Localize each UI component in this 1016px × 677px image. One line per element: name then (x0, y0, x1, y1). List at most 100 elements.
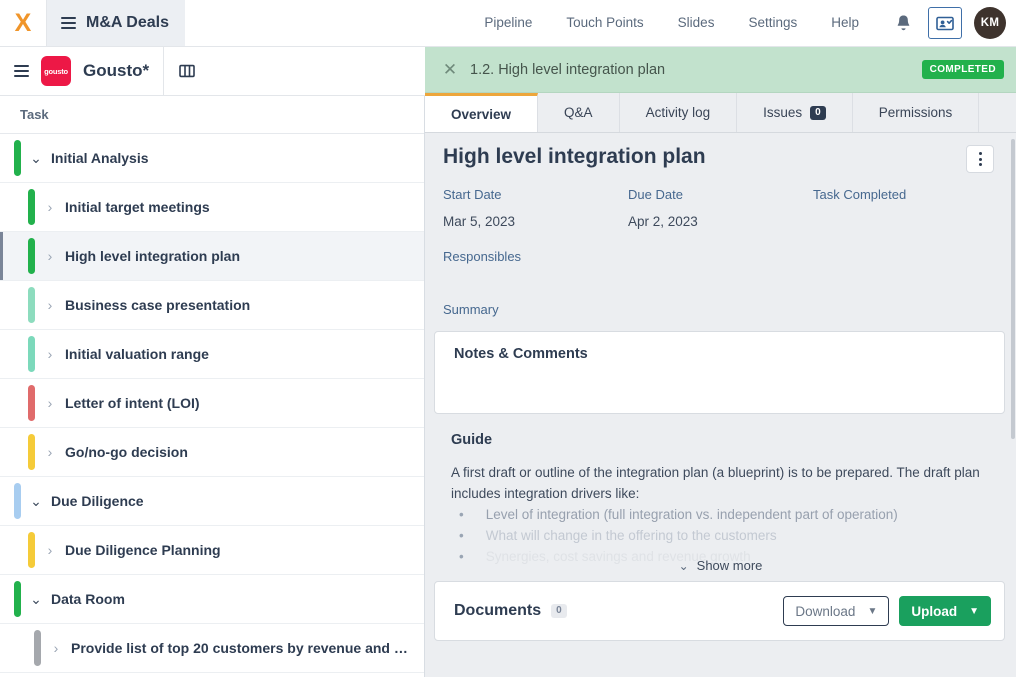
task-row[interactable]: › Business case presentation (0, 281, 424, 330)
chevron-right-icon[interactable]: › (35, 444, 65, 460)
nav-link-help[interactable]: Help (814, 0, 876, 46)
task-row[interactable]: ⌄ Initial Analysis (0, 134, 424, 183)
summary-label: Summary (443, 302, 499, 317)
task-status-color-bar (34, 630, 41, 666)
task-status-color-bar (28, 238, 35, 274)
nav-link-settings[interactable]: Settings (731, 0, 814, 46)
task-status-color-bar (28, 434, 35, 470)
chevron-down-icon[interactable]: ⌄ (21, 150, 51, 167)
chevron-right-icon[interactable]: › (41, 640, 71, 656)
chevron-right-icon[interactable]: › (35, 199, 65, 215)
start-date-value[interactable]: Mar 5, 2023 (443, 214, 628, 229)
detail-panel-header: ✕ 1.2. High level integration plan COMPL… (425, 47, 1016, 93)
task-column-header: Task (0, 96, 424, 134)
task-status-color-bar (28, 336, 35, 372)
upload-label: Upload (911, 603, 958, 619)
bullet-icon: • (459, 528, 464, 543)
task-row-label: Due Diligence (51, 493, 144, 509)
show-more-button[interactable]: ⌄ Show more (425, 558, 1016, 573)
panel-layout-icon[interactable] (164, 47, 210, 95)
tab-overview[interactable]: Overview (425, 93, 539, 132)
close-icon[interactable]: ✕ (439, 59, 461, 81)
task-row-label: Initial target meetings (65, 199, 210, 215)
notes-comments-card[interactable]: Notes & Comments (434, 331, 1005, 414)
guide-paragraph: A first draft or outline of the integrat… (451, 465, 980, 501)
task-row[interactable]: › High level integration plan (0, 232, 424, 281)
app-logo-icon[interactable]: X (0, 0, 47, 46)
task-status-color-bar (14, 140, 21, 176)
task-row-label: Provide list of top 20 customers by reve… (71, 640, 408, 656)
task-status-color-bar (28, 287, 35, 323)
nav-link-touch-points[interactable]: Touch Points (549, 0, 660, 46)
company-sub-bar: gousto Gousto* (0, 47, 425, 96)
responsibles-label: Responsibles (443, 249, 522, 264)
task-completed-label: Task Completed (813, 187, 907, 202)
detail-title-row: High level integration plan (425, 133, 1016, 173)
task-row[interactable]: › Initial valuation range (0, 330, 424, 379)
task-row-label: Go/no-go decision (65, 444, 188, 460)
chevron-right-icon[interactable]: › (35, 346, 65, 362)
task-row[interactable]: ⌄ Due Diligence (0, 477, 424, 526)
task-row[interactable]: › Provide list of top 20 customers by rev… (0, 624, 424, 673)
chevron-double-down-icon: ⌄ (678, 558, 689, 573)
detail-scrollbar-thumb[interactable] (1011, 139, 1015, 439)
task-status-color-bar (28, 532, 35, 568)
detail-panel-body: High level integration plan Start Date M… (425, 133, 1016, 677)
tab-permissions[interactable]: Permissions (852, 93, 980, 132)
start-date-field: Start Date Mar 5, 2023 (443, 187, 628, 229)
documents-title: Documents (454, 602, 542, 619)
chevron-down-icon[interactable]: ⌄ (21, 493, 51, 510)
task-completed-field: Task Completed (813, 187, 998, 229)
bell-icon[interactable] (886, 6, 920, 40)
guide-section: Guide A first draft or outline of the in… (425, 414, 1016, 573)
top-navigation-bar: X M&A Deals Pipeline Touch Points Slides… (0, 0, 1016, 47)
tab-activity-log[interactable]: Activity log (619, 93, 738, 132)
task-rows-container: ⌄ Initial Analysis › Initial target meeting… (0, 134, 424, 673)
detail-tab-bar: Overview Q&A Activity log Issues 0 Permission… (425, 93, 1016, 133)
guide-bullet: • What will change in the offering to th… (451, 525, 996, 546)
nav-link-pipeline[interactable]: Pipeline (467, 0, 549, 46)
chevron-right-icon[interactable]: › (35, 297, 65, 313)
menu-hamburger-icon[interactable] (61, 14, 76, 32)
user-avatar[interactable]: KM (974, 7, 1006, 39)
tab-label: Permissions (878, 105, 953, 120)
sidebar-hamburger-icon[interactable] (14, 62, 29, 80)
download-label: Download (795, 603, 856, 619)
task-row[interactable]: › Due Diligence Planning (0, 526, 424, 575)
chevron-right-icon[interactable]: › (35, 542, 65, 558)
documents-count-badge: 0 (551, 604, 567, 618)
page-title: High level integration plan (443, 145, 706, 168)
due-date-value[interactable]: Apr 2, 2023 (628, 214, 813, 229)
task-status-color-bar (28, 385, 35, 421)
tab-badge: 0 (810, 105, 826, 120)
task-row[interactable]: › Initial target meetings (0, 183, 424, 232)
ma-deals-tab[interactable]: M&A Deals (47, 0, 185, 46)
task-row[interactable]: › Go/no-go decision (0, 428, 424, 477)
due-date-label: Due Date (628, 187, 683, 202)
task-row-label: Data Room (51, 591, 125, 607)
task-row-label: Business case presentation (65, 297, 251, 313)
task-row[interactable]: ⌄ Data Room (0, 575, 424, 624)
nav-link-slides[interactable]: Slides (661, 0, 732, 46)
task-row[interactable]: › Letter of intent (LOI) (0, 379, 424, 428)
status-badge: COMPLETED (921, 60, 1004, 79)
notes-comments-title: Notes & Comments (454, 346, 588, 362)
tab-q-a[interactable]: Q&A (538, 93, 620, 132)
task-meta-grid: Start Date Mar 5, 2023 Due Date Apr 2, 2… (425, 173, 1016, 229)
chevron-right-icon[interactable]: › (35, 248, 65, 264)
download-button[interactable]: Download ▼ (783, 596, 890, 626)
start-date-label: Start Date (443, 187, 502, 202)
guide-bullet-text: Level of integration (full integration v… (485, 507, 898, 522)
tab-label: Q&A (564, 105, 593, 120)
documents-section: Documents 0 Download ▼ Upload ▼ (434, 581, 1005, 641)
company-block[interactable]: gousto Gousto* (0, 47, 165, 95)
task-list-panel: Task ⌄ Initial Analysis › Initial target me… (0, 96, 425, 677)
chevron-down-icon[interactable]: ⌄ (21, 591, 51, 608)
upload-button[interactable]: Upload ▼ (899, 596, 991, 626)
guide-bullet: • Level of integration (full integration… (451, 504, 996, 525)
presentation-user-icon[interactable] (928, 7, 962, 39)
tab-issues[interactable]: Issues 0 (737, 93, 853, 132)
tab-label: Issues (763, 105, 803, 120)
chevron-right-icon[interactable]: › (35, 395, 65, 411)
more-vertical-icon[interactable] (966, 145, 994, 173)
